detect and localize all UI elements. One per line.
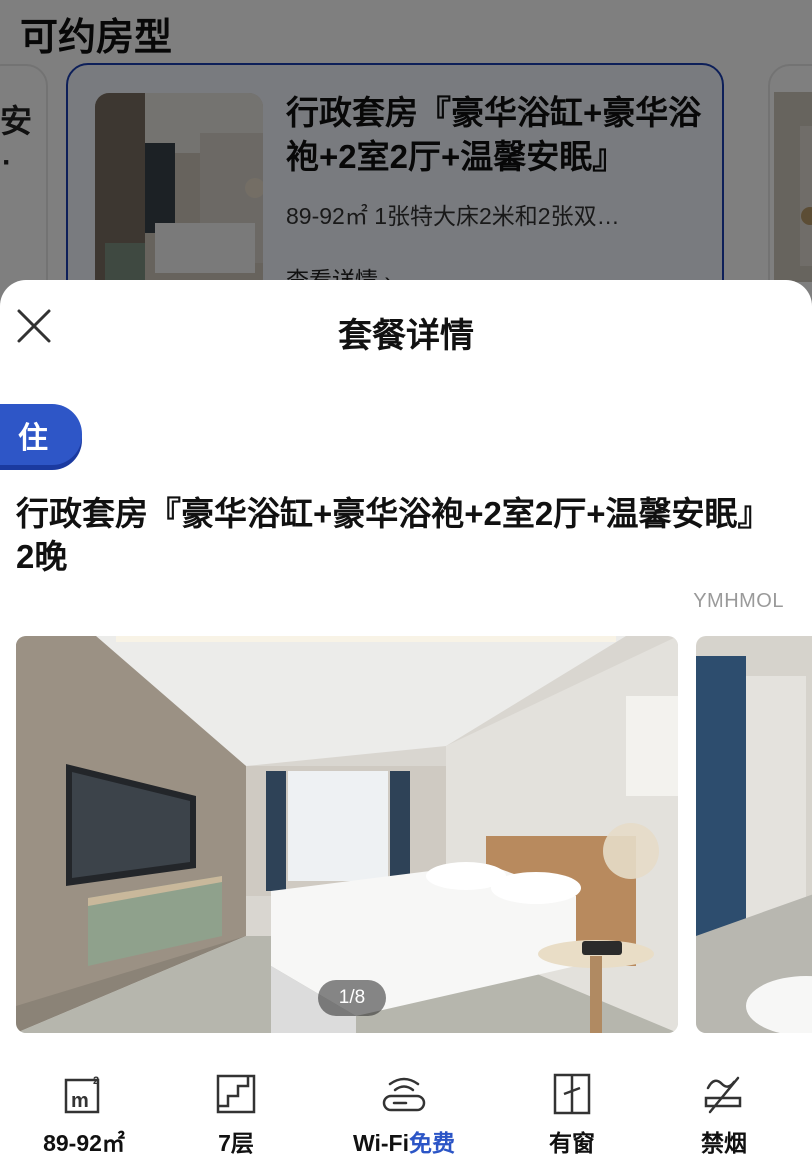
sheet-title: 套餐详情	[338, 317, 474, 355]
window-icon	[553, 1073, 591, 1115]
photo-counter: 1/8	[318, 980, 386, 1016]
facility-wifi: Wi-Fi免费	[334, 1072, 474, 1158]
facility-floor-label: 7层	[218, 1130, 254, 1156]
package-details-sheet: 套餐详情 住 行政套房『豪华浴缸+豪华浴袍+2室2厅+温馨安眠』 2晚 YMHM…	[0, 280, 812, 1158]
facility-wifi-label: Wi-Fi	[353, 1130, 409, 1156]
facility-window: 有窗	[502, 1072, 642, 1158]
svg-text:2: 2	[93, 1075, 99, 1087]
area-icon: m 2	[64, 1075, 100, 1114]
package-name: 行政套房『豪华浴缸+豪华浴袍+2室2厅+温馨安眠』 2晚	[16, 495, 771, 575]
vendor-code: YMHMOL	[693, 590, 784, 612]
facility-wifi-free: 免费	[409, 1130, 455, 1156]
room-photo[interactable]	[16, 636, 678, 1033]
wifi-router-icon	[382, 1077, 426, 1112]
facility-area-label: 89-92㎡	[43, 1130, 125, 1156]
facility-floor: 7层	[166, 1072, 306, 1158]
stay-badge: 住	[0, 404, 82, 465]
floor-stairs-icon	[216, 1074, 256, 1114]
facilities-row: m 2 89-92㎡ 7层 Wi-Fi免费 有窗 禁烟	[0, 1072, 812, 1158]
svg-text:m: m	[71, 1090, 89, 1112]
facility-window-label: 有窗	[549, 1130, 595, 1156]
facility-nosmoking: 禁烟	[654, 1072, 794, 1158]
room-photo-next[interactable]	[696, 636, 812, 1033]
no-smoking-icon	[704, 1076, 742, 1114]
facility-nosmoking-label: 禁烟	[701, 1130, 747, 1156]
modal-backdrop[interactable]	[0, 0, 812, 320]
facility-area: m 2 89-92㎡	[14, 1072, 154, 1158]
